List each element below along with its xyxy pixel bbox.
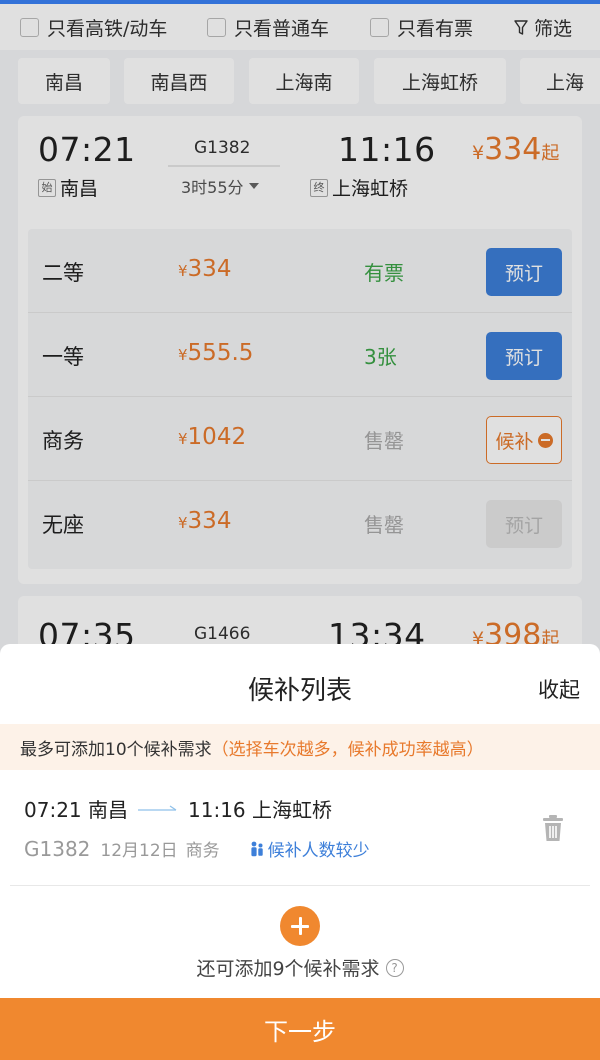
sheet-title: 候补列表 [247,676,352,706]
waitlist-item[interactable]: 07:21 南昌 11:16 上海虹桥 G1382 12月12日 商务 候补人数… [0,770,600,886]
item-arrive: 11:16 上海虹桥 [188,798,332,822]
item-route: 07:21 南昌 11:16 上海虹桥 [24,794,332,823]
add-icon[interactable] [280,906,320,946]
next-step-button[interactable]: 下一步 [0,998,600,1060]
queue-hint-text: 候补人数较少 [267,841,370,861]
notice-hint: （选择车次越多，候补成功率越高） [211,739,484,760]
add-remaining: 还可添加9个候补需求 ? [0,954,600,981]
item-meta: G1382 12月12日 商务 候补人数较少 [24,836,370,862]
item-date: 12月12日 [100,841,178,861]
add-remaining-text: 还可添加9个候补需求 [196,958,380,980]
waitlist-sheet: 候补列表 收起 最多可添加10个候补需求 （选择车次越多，候补成功率越高） 07… [0,644,600,1060]
collapse-button[interactable]: 收起 [538,674,580,704]
divider [10,885,590,886]
trash-icon[interactable] [542,814,564,842]
item-depart: 07:21 南昌 [24,798,128,822]
notice-banner: 最多可添加10个候补需求 （选择车次越多，候补成功率越高） [0,724,600,770]
queue-hint: 候补人数较少 [248,836,370,861]
item-seat: 商务 [185,841,220,861]
item-train-number: G1382 [24,836,91,861]
help-icon[interactable]: ? [385,958,404,977]
arrow-right-icon [138,805,177,811]
notice-main: 最多可添加10个候补需求 [20,739,212,760]
people-icon [251,841,263,856]
